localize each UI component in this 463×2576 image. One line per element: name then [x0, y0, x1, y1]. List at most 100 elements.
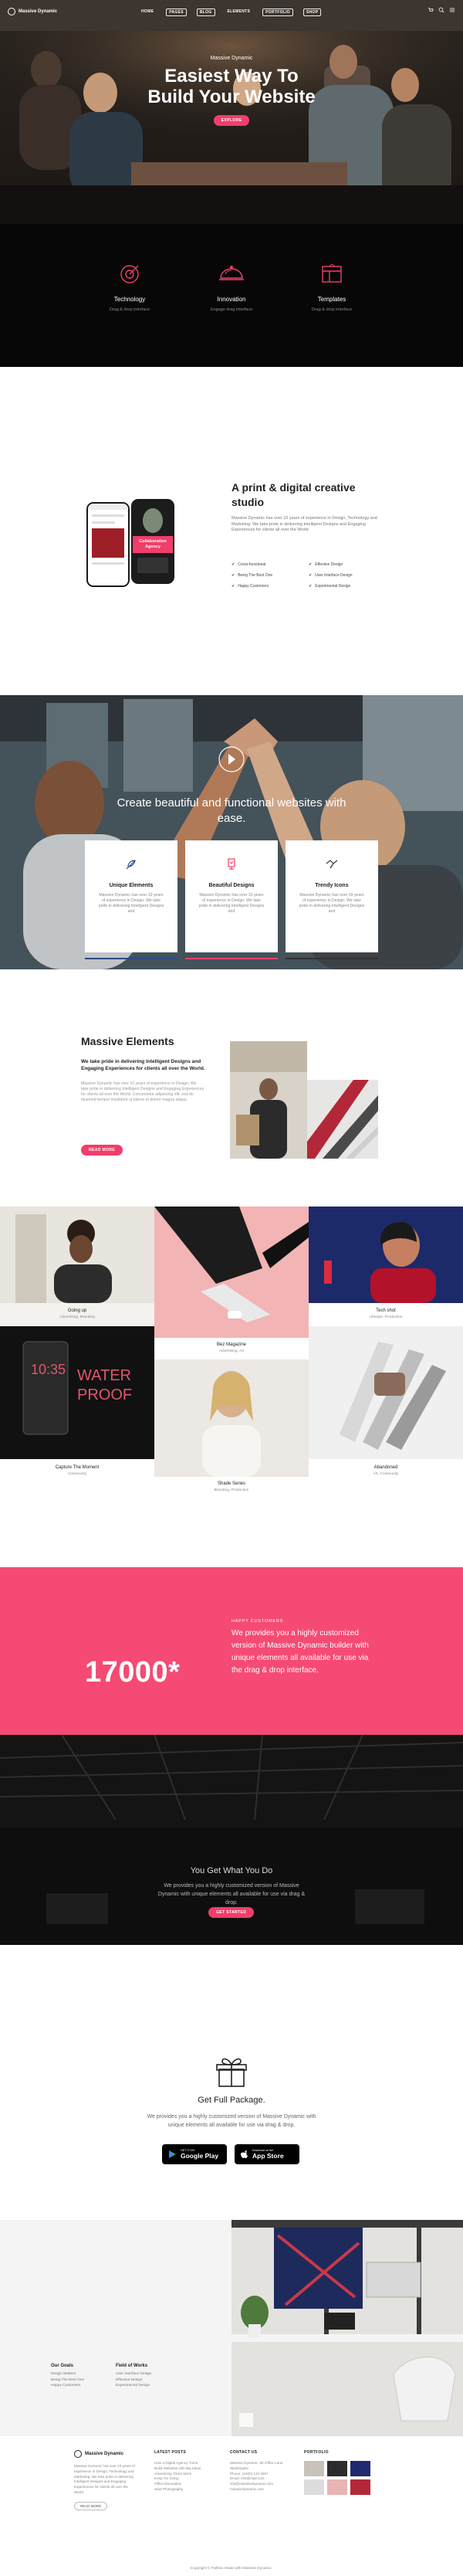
- feature-technology: Technology Drag & drop interface: [83, 263, 176, 312]
- feature-desc: Drag & drop interface: [109, 307, 150, 312]
- layout-icon: [322, 263, 342, 283]
- portfolio-thumb[interactable]: [304, 2461, 324, 2476]
- gallery-category: Art, Community: [373, 1472, 399, 1476]
- page: Massive Dynamic Easiest Way To Build You…: [0, 0, 463, 2576]
- footer-about-text: Massive Dynamic has over 10 years of exp…: [74, 2464, 135, 2494]
- logo[interactable]: Massive Dynamic: [8, 8, 57, 15]
- read-more-button[interactable]: READ MORE: [81, 1145, 123, 1156]
- waterproof-word-2: PROOF: [77, 1386, 132, 1403]
- zap-icon: [326, 860, 338, 869]
- gallery-category: Lifestyle, Production: [369, 1315, 403, 1319]
- feature-innovation: Innovation Engage drag interface: [185, 263, 278, 312]
- footer-contact-line[interactable]: massivedynamic.com: [230, 2487, 292, 2493]
- gallery-item-shade-series[interactable]: Shade Series Branding, Production: [154, 1359, 309, 1498]
- studio-checklist: Cross-functional Effective Design Being …: [231, 562, 386, 589]
- gallery-name: Capture The Moment: [55, 1465, 100, 1470]
- get-started-button[interactable]: GET STARTED: [208, 1907, 255, 1918]
- footer-read-more-button[interactable]: READ MORE: [74, 2501, 108, 2510]
- footer-post-link[interactable]: Advertising Tricks Work: [154, 2472, 216, 2477]
- phone-clock-time: 10:35: [31, 1362, 66, 1377]
- nav-item-portfolio[interactable]: PORTFOLIO: [262, 8, 293, 16]
- hero-section: Massive Dynamic Easiest Way To Build You…: [0, 0, 463, 224]
- card-unique-elements: Unique Elements Massive Dynamic has over…: [85, 840, 177, 959]
- gallery-image: [309, 1326, 463, 1459]
- footer-post-link[interactable]: How a Digital Agency Turns: [154, 2461, 216, 2466]
- feature-templates: Templates Drag & drop interface: [286, 263, 378, 312]
- footer-logo-mark-icon: [74, 2450, 82, 2458]
- nav-item-elements[interactable]: ELEMENTS: [225, 8, 253, 16]
- footer-portfolio-title: PORTFOLIO: [304, 2450, 329, 2455]
- gallery-caption: Bez Magazine Advertising, Art: [154, 1342, 309, 1353]
- dish-icon: [219, 266, 244, 280]
- check-item: Experimental Design: [309, 584, 386, 589]
- portfolio-thumb[interactable]: [350, 2479, 370, 2495]
- gallery-caption: Capture The Moment Community: [0, 1465, 154, 1476]
- portfolio-thumb[interactable]: [327, 2461, 347, 2476]
- feature-cards: Unique Elements Massive Dynamic has over…: [0, 840, 463, 972]
- search-icon[interactable]: [438, 7, 444, 13]
- footer-post-link[interactable]: Keep On Going: [154, 2476, 216, 2482]
- counter-text: We provides you a highly customized vers…: [231, 1629, 369, 1675]
- card-desc: Massive Dynamic has over 10 years of exp…: [98, 893, 164, 914]
- gallery-caption: Tech shot Lifestyle, Production: [309, 1308, 463, 1319]
- gallery-image: 10:35 WATER PROOF: [0, 1326, 154, 1459]
- check-item: Happy Customers: [231, 584, 309, 589]
- desk-image-panel: [231, 2220, 463, 2436]
- package-title: Get Full Package.: [198, 2096, 265, 2105]
- gallery-caption: Abandoned Art, Community: [309, 1465, 463, 1476]
- nav-item-home[interactable]: HOME: [139, 8, 156, 16]
- gallery-category: Branding, Production: [214, 1488, 249, 1492]
- features-bar: Technology Drag & drop interface Innovat…: [0, 224, 463, 367]
- gallery-name: Bez Magazine: [216, 1342, 247, 1347]
- footer-contact-line[interactable]: Email: info@mail.com: [230, 2476, 292, 2482]
- feature-title: Technology: [113, 296, 146, 303]
- office-desc: We provides you a highly customized vers…: [157, 1883, 306, 1906]
- check-item: User Interface Design: [309, 573, 386, 578]
- menu-icon[interactable]: [449, 7, 455, 13]
- nav-item-pages[interactable]: PAGES: [166, 8, 187, 16]
- office-title: You Get What You Do: [190, 1866, 273, 1875]
- gallery-category: Advertising, Art: [218, 1349, 245, 1353]
- card-title: Beautiful Designs: [208, 883, 255, 888]
- nav-item-blog[interactable]: BLOG: [196, 8, 215, 16]
- works-item: Experimental Design: [116, 2384, 150, 2388]
- footer-contact-title: CONTACT US: [230, 2450, 258, 2455]
- portfolio-thumb[interactable]: [327, 2479, 347, 2495]
- footer-contact-line[interactable]: info@massivedynamic.com: [230, 2482, 292, 2487]
- footer-contact-line: Massive Dynamic, 80 Office Lane: [230, 2461, 283, 2465]
- phone-banner-text: Collaboration Agency: [133, 536, 173, 553]
- footer-post-link[interactable]: Build Websites with Big Ideas: [154, 2466, 216, 2472]
- card-accent-bar: [286, 958, 378, 959]
- gallery-item-going-up[interactable]: Going up Advertising, Branding: [0, 1207, 154, 1326]
- app-store-button[interactable]: Download on the App Store: [235, 2144, 299, 2164]
- gallery-item-capture-the-moment[interactable]: 10:35 WATER PROOF Capture The Moment Com…: [0, 1326, 154, 1487]
- team-caption: Create beautiful and functional websites…: [117, 796, 346, 825]
- portfolio-thumb[interactable]: [304, 2479, 324, 2495]
- explore-button[interactable]: EXPLORE: [213, 115, 250, 126]
- footer-logo[interactable]: Massive Dynamic: [74, 2450, 136, 2458]
- gallery-name: Going up: [67, 1308, 87, 1313]
- footer-post-link[interactable]: Start Photography: [154, 2487, 216, 2493]
- card-accent-bar: [185, 958, 278, 959]
- nav-item-shop[interactable]: SHOP: [303, 8, 322, 16]
- massive-title: Massive Elements: [81, 1035, 174, 1047]
- counter-section: 17000* HAPPY CUSTOMERS We provides you a…: [0, 1567, 463, 1735]
- portfolio-thumb[interactable]: [350, 2461, 370, 2476]
- cart-icon[interactable]: [428, 7, 434, 13]
- gallery-item-bez-magazine[interactable]: Bez Magazine Advertising, Art: [154, 1207, 309, 1359]
- gallery-item-abandoned[interactable]: Abandoned Art, Community: [309, 1326, 463, 1487]
- goals-item: Happy Customers: [51, 2384, 81, 2388]
- footer-posts-title: LATEST POSTS: [154, 2450, 187, 2455]
- works-item: User Interface Design: [116, 2372, 152, 2376]
- footer-contact-line: Washington: [230, 2466, 249, 2470]
- footer-post-link[interactable]: Office Decoration: [154, 2482, 216, 2487]
- gallery-image: [154, 1359, 309, 1477]
- gallery-item-tech-shot[interactable]: Tech shot Lifestyle, Production: [309, 1207, 463, 1326]
- card-desc: Massive Dynamic has over 10 years of exp…: [299, 893, 365, 914]
- gallery-caption: Going up Advertising, Branding: [0, 1308, 154, 1319]
- google-play-button[interactable]: GET IT ON Google Play: [162, 2144, 227, 2164]
- google-play-label: Google Play: [181, 2152, 219, 2160]
- studio-title: A print & digital creative studio: [231, 481, 356, 508]
- feature-desc: Engage drag interface: [210, 307, 253, 312]
- google-play-icon: [169, 2150, 176, 2158]
